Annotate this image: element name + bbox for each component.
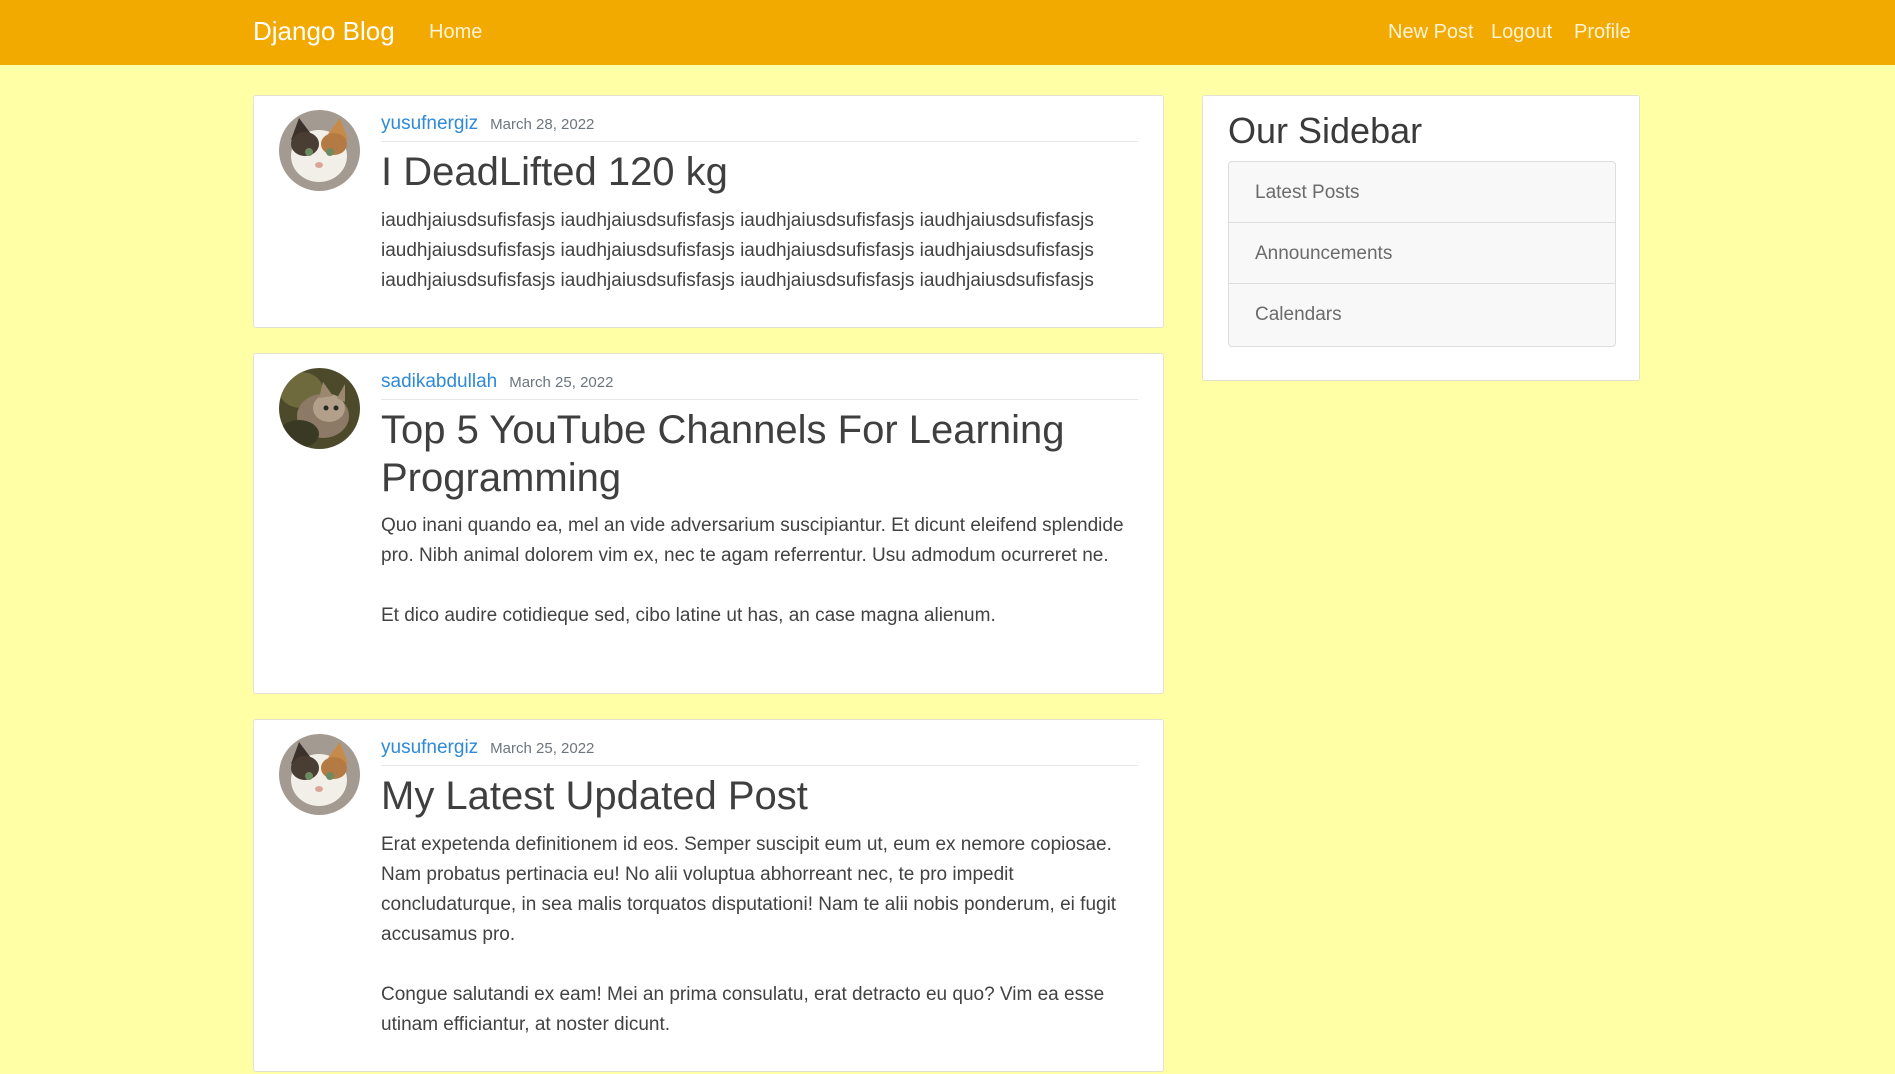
sidebar: Our Sidebar Latest Posts Announcements C… [1202, 95, 1640, 381]
post-card: yusufnergiz March 28, 2022 I DeadLifted 1… [253, 95, 1164, 328]
post-date: March 25, 2022 [509, 374, 614, 391]
post-content: iaudhjaiusdsufisfasjs iaudhjaiusdsufisfa… [381, 210, 1094, 291]
post-card: sadikabdullah March 25, 2022 Top 5 YouTub… [253, 353, 1164, 694]
post-content: Quo inani quando ea, mel an vide adversa… [381, 515, 1124, 626]
post-author-link[interactable]: yusufnergiz [381, 113, 478, 134]
sidebar-list: Latest Posts Announcements Calendars [1228, 161, 1616, 347]
top-navbar: Django Blog Home New Post Logout Profile [0, 0, 1895, 65]
nav-new-post-link[interactable]: New Post [1388, 21, 1474, 44]
author-avatar [279, 368, 360, 449]
post-meta: sadikabdullah March 25, 2022 [381, 371, 1138, 400]
author-avatar [279, 734, 360, 815]
nav-profile-link[interactable]: Profile [1574, 21, 1631, 44]
post-content: Erat expetenda definitionem id eos. Semp… [381, 834, 1117, 1035]
brand-link[interactable]: Django Blog [253, 16, 395, 47]
post-author-link[interactable]: yusufnergiz [381, 737, 478, 758]
sidebar-item-calendars[interactable]: Calendars [1229, 284, 1615, 346]
author-avatar [279, 110, 360, 191]
post-meta: yusufnergiz March 28, 2022 [381, 113, 1138, 142]
post-title-link[interactable]: My Latest Updated Post [381, 772, 1138, 820]
post-date: March 28, 2022 [490, 116, 595, 133]
post-card: yusufnergiz March 25, 2022 My Latest Upda… [253, 719, 1164, 1072]
nav-home-link[interactable]: Home [429, 21, 482, 44]
sidebar-title: Our Sidebar [1228, 110, 1423, 151]
post-date: March 25, 2022 [490, 740, 595, 757]
post-title-link[interactable]: I DeadLifted 120 kg [381, 148, 1138, 196]
sidebar-item-latest-posts[interactable]: Latest Posts [1229, 162, 1615, 223]
post-title-link[interactable]: Top 5 YouTube Channels For Learning Prog… [381, 406, 1138, 502]
post-author-link[interactable]: sadikabdullah [381, 371, 497, 392]
sidebar-item-announcements[interactable]: Announcements [1229, 223, 1615, 284]
post-meta: yusufnergiz March 25, 2022 [381, 737, 1138, 766]
nav-logout-link[interactable]: Logout [1491, 21, 1552, 44]
